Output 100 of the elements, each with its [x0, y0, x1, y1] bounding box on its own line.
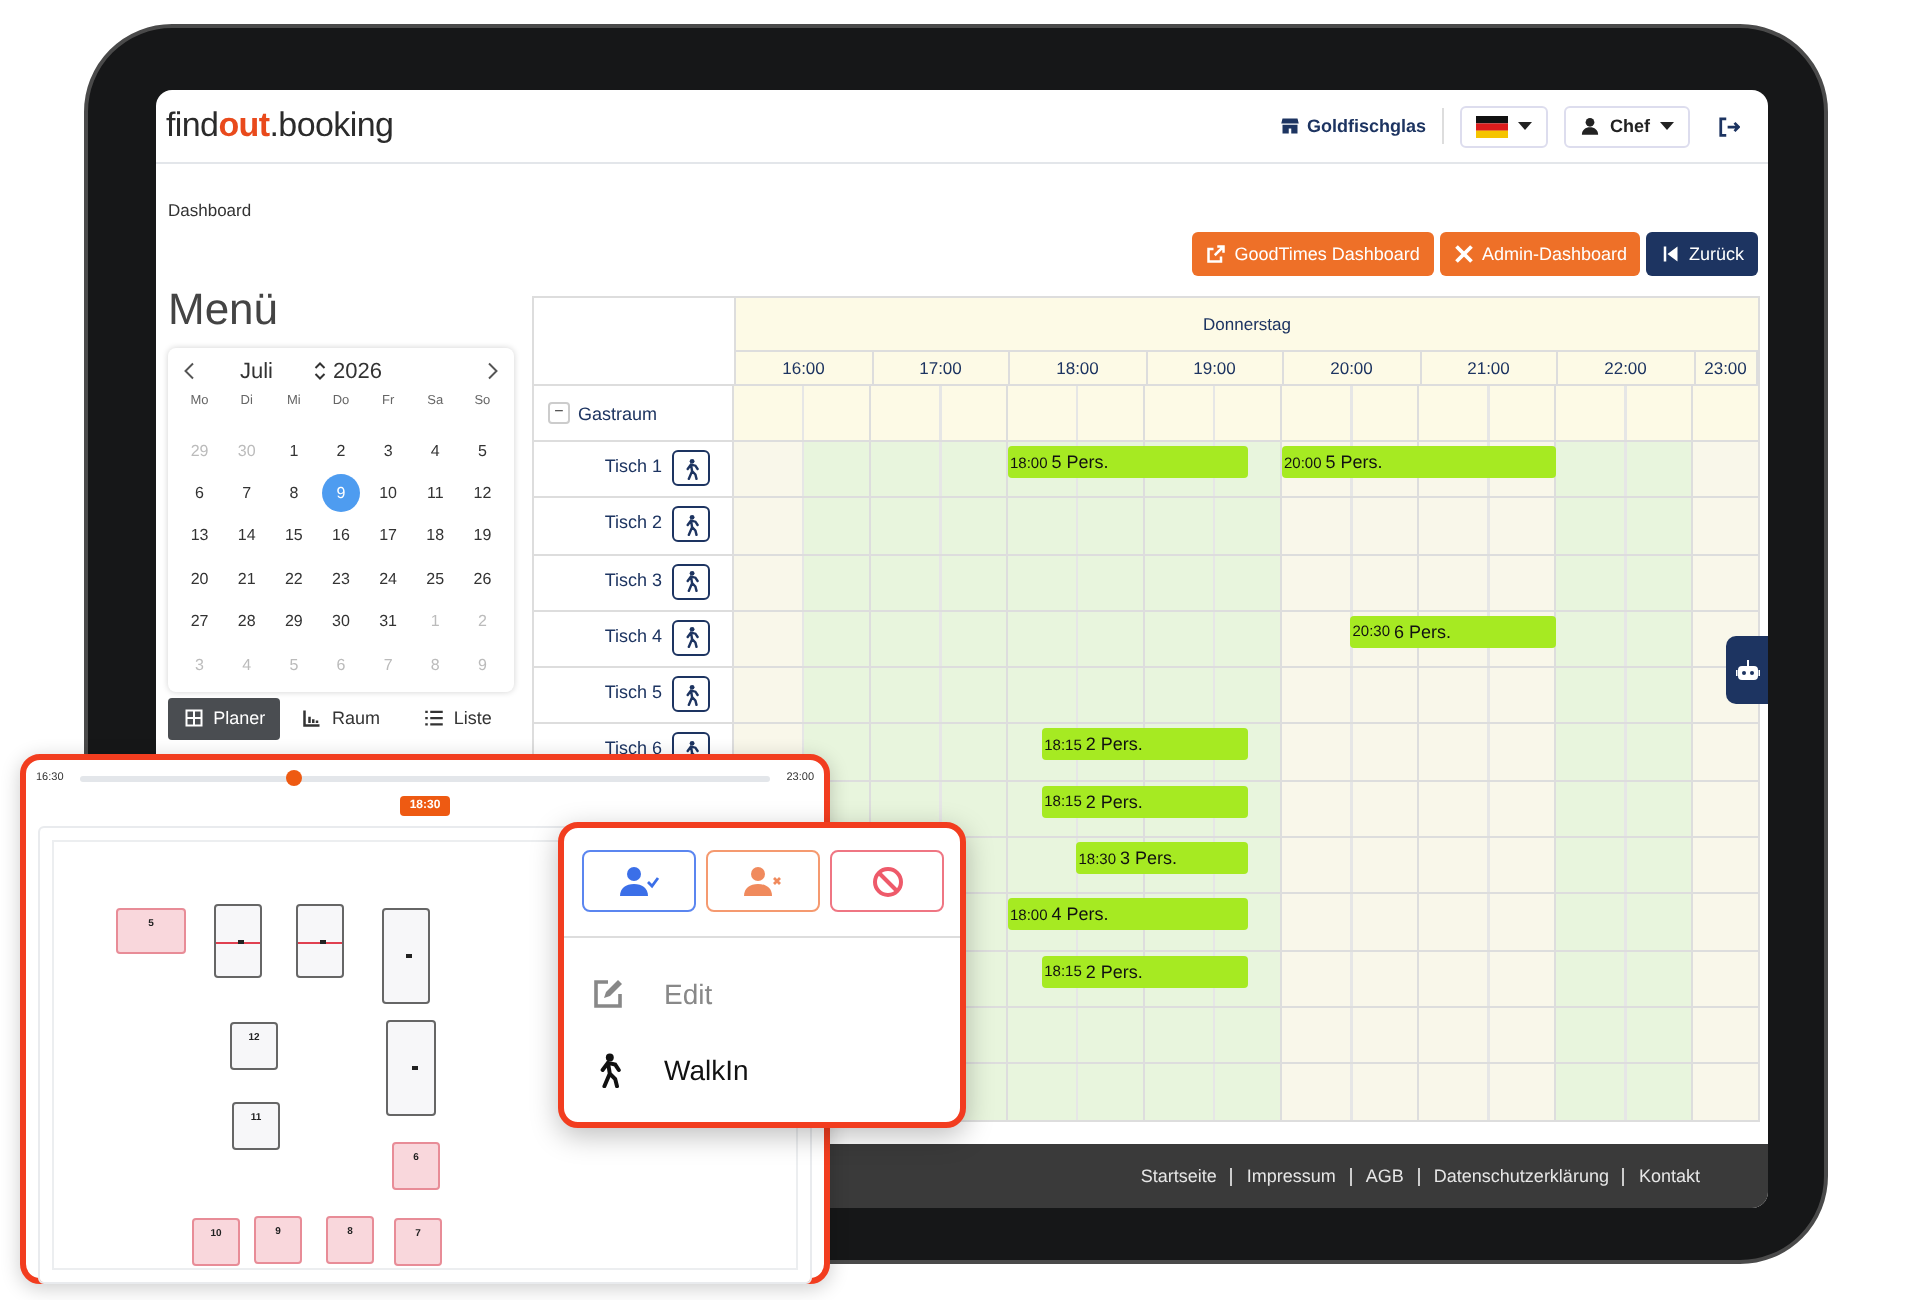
calendar-day[interactable]: 28 [227, 602, 266, 641]
calendar-day[interactable]: 15 [274, 516, 313, 555]
calendar-day[interactable]: 10 [369, 473, 408, 512]
slider-thumb[interactable] [285, 770, 302, 786]
walking-person-icon [682, 626, 700, 649]
calendar-day[interactable]: 19 [463, 516, 502, 555]
table-name: Tisch 5 [604, 682, 662, 703]
calendar-day[interactable]: 29 [274, 602, 313, 641]
list-icon [423, 708, 444, 729]
location-button[interactable]: Goldfischglas [1280, 116, 1426, 136]
calendar-day[interactable]: 11 [416, 473, 455, 512]
breadcrumb[interactable]: Dashboard [168, 200, 252, 220]
collapse-toggle[interactable]: − [548, 402, 570, 424]
footer-link[interactable]: Impressum [1246, 1166, 1336, 1186]
language-dropdown[interactable] [1460, 105, 1548, 147]
calendar-day[interactable]: 25 [416, 559, 455, 598]
table-shape[interactable] [214, 904, 262, 978]
calendar-day[interactable]: 12 [463, 473, 502, 512]
day-label: Donnerstag [736, 298, 1758, 352]
booking-guests: 3 Pers. [1120, 848, 1178, 869]
hour-label: 19:00 [1147, 352, 1284, 384]
calendar-day[interactable]: 4 [416, 431, 455, 470]
logout-icon[interactable] [1718, 115, 1740, 137]
walking-person-icon [682, 457, 700, 479]
calendar-day[interactable]: 13 [180, 516, 219, 555]
logo[interactable]: findout.booking [166, 106, 394, 146]
calendar-day[interactable]: 27 [180, 602, 219, 641]
dashboard-button[interactable]: Zurück [1646, 232, 1758, 276]
table-name: Tisch 2 [604, 512, 662, 533]
table-shape[interactable] [296, 904, 344, 978]
flag-icon [1476, 115, 1508, 137]
calendar-day[interactable]: 8 [274, 473, 313, 512]
calendar-day[interactable]: 30 [321, 602, 360, 641]
calendar-day[interactable]: 26 [463, 559, 502, 598]
hour-label: 23:00 [1695, 352, 1758, 384]
bar-chart-icon [301, 708, 322, 729]
footer-link[interactable]: Kontakt [1638, 1166, 1700, 1186]
view-tab[interactable]: Raum [284, 697, 398, 740]
view-tab[interactable]: Planer [168, 697, 281, 740]
walk-in-button[interactable] [672, 450, 710, 486]
booking-guests: 2 Pers. [1085, 734, 1143, 755]
chatbot-button[interactable] [1726, 636, 1768, 704]
table-name: Tisch 4 [604, 625, 662, 646]
calendar-day[interactable]: 1 [274, 431, 313, 470]
calendar-day[interactable]: 3 [369, 431, 408, 470]
previous-icon[interactable] [184, 362, 196, 380]
calendar-day[interactable]: 14 [227, 516, 266, 555]
ban-icon [871, 865, 903, 897]
footer-link[interactable]: Startseite [1140, 1166, 1217, 1186]
user-dropdown[interactable]: Chef [1564, 105, 1690, 147]
calendar-day[interactable]: 18 [416, 516, 455, 555]
footer-link[interactable]: AGB [1365, 1166, 1404, 1186]
walk-in-button[interactable] [672, 676, 710, 713]
next-icon[interactable] [486, 362, 498, 380]
calendar-day[interactable]: 6 [180, 473, 219, 512]
user-icon [1580, 116, 1600, 136]
month-label[interactable]: Juli [240, 359, 274, 383]
footer-link[interactable]: Datenschutzerklärung [1433, 1166, 1609, 1186]
walking-person-icon [682, 570, 700, 593]
table-shape[interactable] [386, 1020, 436, 1116]
booking-guests: 2 Pers. [1085, 791, 1143, 812]
table-name: Tisch 6 [604, 738, 662, 759]
calendar-day[interactable]: 2 [321, 431, 360, 470]
walking-person-icon [682, 513, 700, 536]
calendar-day[interactable]: 22 [274, 559, 313, 598]
hour-label: 20:00 [1284, 352, 1421, 384]
walk-in-button[interactable] [672, 506, 710, 543]
person-x-icon [743, 865, 783, 897]
walk-in-button[interactable] [672, 563, 710, 600]
booking-guests: 5 Pers. [1325, 452, 1383, 472]
calendar-day[interactable]: 7 [227, 473, 266, 512]
calendar-day[interactable]: 20 [180, 559, 219, 598]
external-link-icon [1206, 244, 1227, 264]
hour-label: 16:00 [736, 352, 873, 384]
calendar-day[interactable]: 24 [369, 559, 408, 598]
walk-in-button[interactable] [672, 619, 710, 656]
calendar-day[interactable]: 23 [321, 559, 360, 598]
skip-back-icon [1660, 244, 1681, 264]
hour-label: 22:00 [1558, 352, 1695, 384]
up-down-icon[interactable] [313, 362, 326, 380]
caret-icon [1518, 122, 1532, 130]
menu-item[interactable]: WalkIn [592, 1032, 932, 1108]
calendar-day[interactable]: 17 [369, 516, 408, 555]
status-button[interactable] [582, 850, 696, 912]
calendar-day[interactable]: 16 [321, 516, 360, 555]
calendar-day[interactable]: 21 [227, 559, 266, 598]
hour-label: 18:00 [1010, 352, 1147, 384]
calendar-day[interactable]: 31 [369, 602, 408, 641]
booking-guests: 2 Pers. [1085, 961, 1143, 982]
grid-icon [183, 708, 204, 729]
caret-icon [1660, 122, 1674, 130]
view-tab[interactable]: Liste [401, 697, 514, 740]
year-label[interactable]: 2026 [333, 359, 382, 383]
room-name: Gastraum [578, 403, 658, 423]
table-shape[interactable] [382, 908, 430, 1004]
person-check-icon [619, 865, 659, 897]
store-icon [1280, 116, 1301, 136]
table-name: Tisch 3 [604, 569, 662, 590]
status-button[interactable] [830, 850, 944, 912]
calendar-day[interactable]: 5 [463, 431, 502, 470]
